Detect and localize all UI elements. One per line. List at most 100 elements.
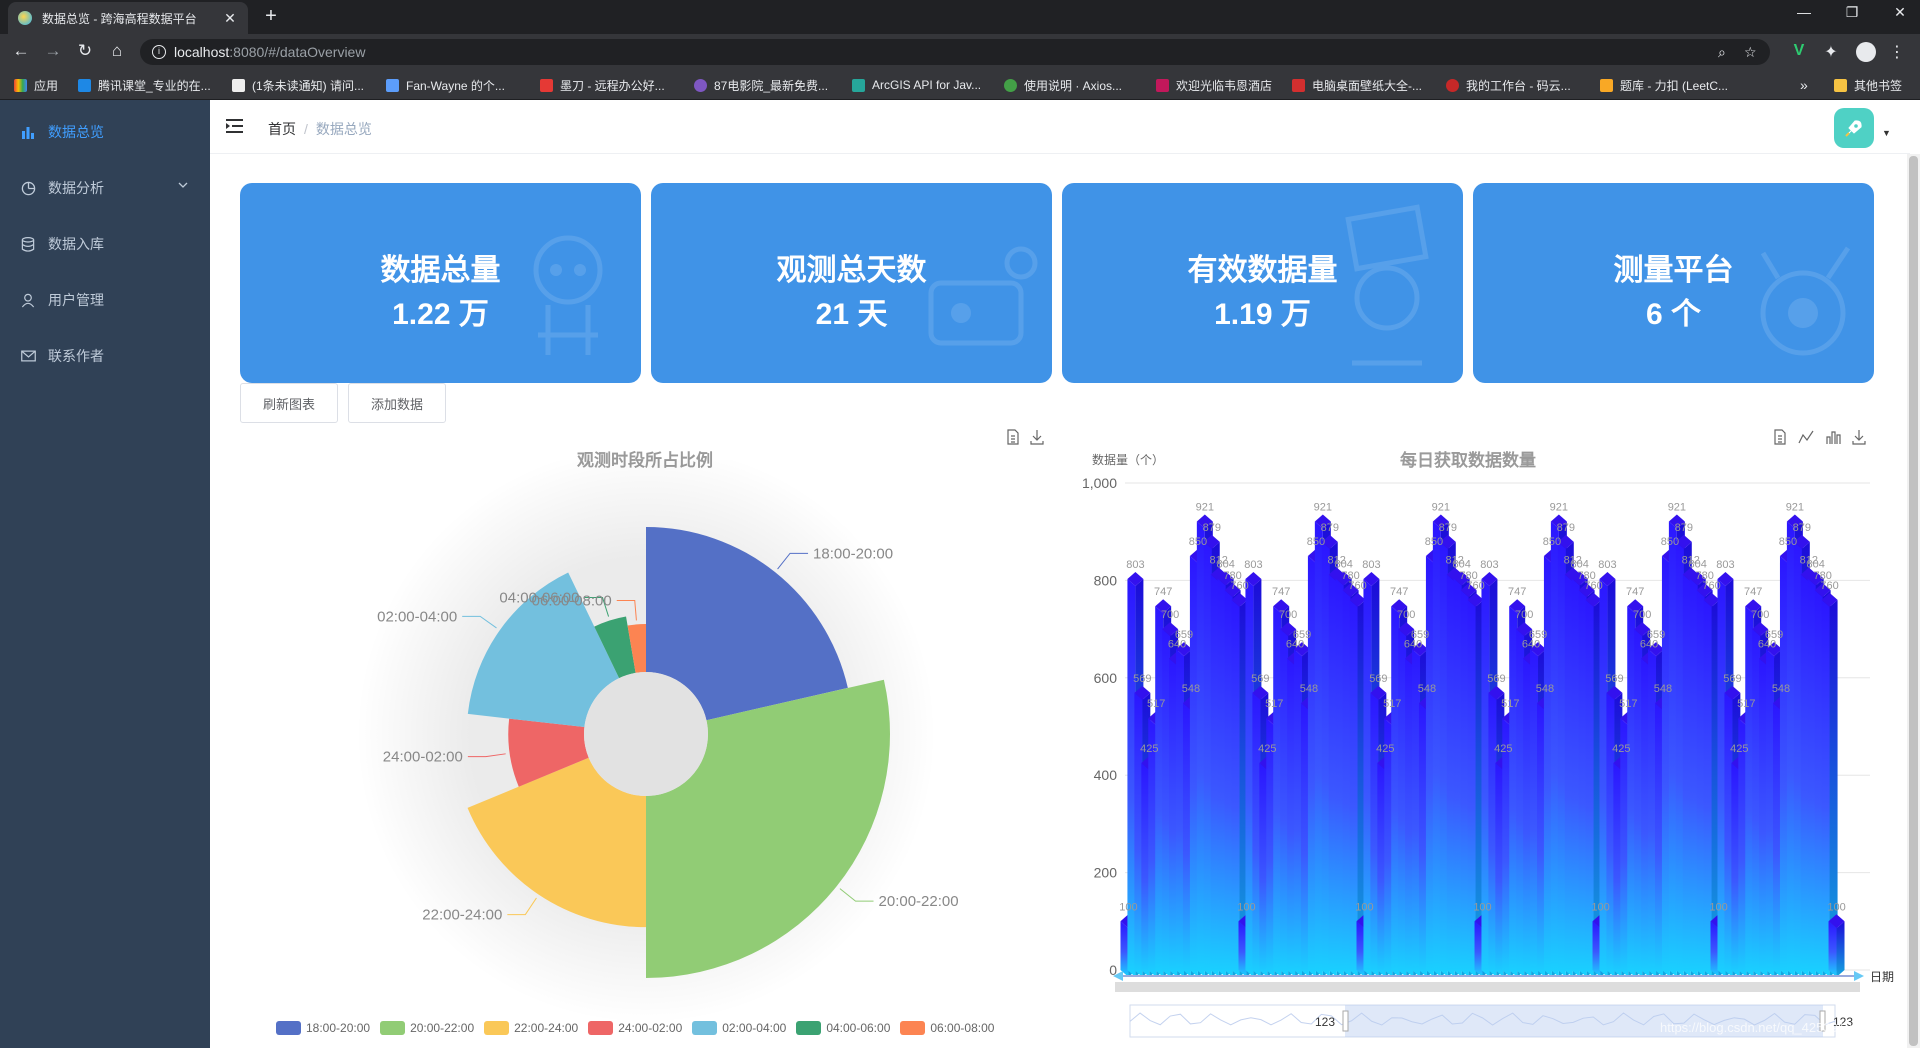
- bar[interactable]: [1245, 578, 1254, 977]
- bar[interactable]: [1828, 921, 1837, 977]
- sidebar-item-contact[interactable]: 联系作者: [0, 328, 210, 384]
- bar[interactable]: [1287, 658, 1296, 977]
- bar[interactable]: [1169, 658, 1178, 977]
- bar[interactable]: [1307, 556, 1316, 977]
- bar[interactable]: [1509, 606, 1518, 977]
- bar[interactable]: [1620, 718, 1629, 977]
- bar[interactable]: [1300, 703, 1309, 977]
- bar[interactable]: [1238, 921, 1247, 977]
- bookmark-item[interactable]: 电脑桌面壁纸大全-...: [1292, 76, 1422, 94]
- minimize-icon[interactable]: —: [1794, 4, 1814, 20]
- bar[interactable]: [1252, 692, 1261, 977]
- forward-icon[interactable]: →: [42, 41, 64, 61]
- bar[interactable]: [1585, 599, 1594, 977]
- bar[interactable]: [1127, 578, 1136, 977]
- reload-icon[interactable]: ↻: [74, 41, 96, 61]
- legend-item[interactable]: 20:00-22:00: [380, 1021, 474, 1035]
- bar[interactable]: [1724, 692, 1733, 977]
- window-close-icon[interactable]: ✕: [1890, 4, 1910, 21]
- bar[interactable]: [1786, 521, 1795, 977]
- bar[interactable]: [1446, 574, 1455, 977]
- bookmark-item[interactable]: 题库 - 力扣 (LeetC...: [1600, 76, 1728, 94]
- legend-item[interactable]: 24:00-02:00: [588, 1021, 682, 1035]
- bar[interactable]: [1196, 521, 1205, 977]
- bar[interactable]: [1162, 629, 1171, 977]
- bookmark-item[interactable]: 墨刀 - 远程办公好...: [540, 76, 665, 94]
- bookmark-item[interactable]: 87电影院_最新免费...: [694, 76, 828, 94]
- legend-item[interactable]: 04:00-06:00: [796, 1021, 890, 1035]
- legend-item[interactable]: 02:00-04:00: [692, 1021, 786, 1035]
- bar[interactable]: [1321, 541, 1330, 977]
- bar[interactable]: [1599, 578, 1608, 977]
- bar[interactable]: [1661, 556, 1670, 977]
- bar[interactable]: [1717, 578, 1726, 977]
- bar[interactable]: [1516, 629, 1525, 977]
- bar[interactable]: [1342, 590, 1351, 977]
- bar[interactable]: [1578, 590, 1587, 977]
- bar[interactable]: [1412, 649, 1421, 977]
- bar[interactable]: [1314, 521, 1323, 977]
- datazoom-handle-start[interactable]: [1342, 1010, 1349, 1032]
- bar[interactable]: [1418, 703, 1427, 977]
- bar[interactable]: [1120, 921, 1129, 977]
- bar[interactable]: [1266, 718, 1275, 977]
- bar[interactable]: [1627, 606, 1636, 977]
- bookmark-item[interactable]: 应用: [14, 76, 58, 94]
- bar[interactable]: [1696, 590, 1705, 977]
- bar[interactable]: [1703, 599, 1712, 977]
- bar[interactable]: [1793, 541, 1802, 977]
- bar[interactable]: [1391, 606, 1400, 977]
- save-image-icon[interactable]: [1028, 428, 1046, 446]
- page-scrollbar[interactable]: [1907, 154, 1920, 1048]
- home-icon[interactable]: ⌂: [106, 41, 128, 61]
- bar[interactable]: [1668, 521, 1677, 977]
- sidebar-item-import[interactable]: 数据入库: [0, 216, 210, 272]
- new-tab-button[interactable]: +: [260, 5, 282, 28]
- bar[interactable]: [1800, 574, 1809, 977]
- scrollbar-thumb[interactable]: [1909, 156, 1918, 1046]
- bar[interactable]: [1203, 541, 1212, 977]
- bar[interactable]: [1328, 574, 1337, 977]
- bar[interactable]: [1155, 606, 1164, 977]
- bar[interactable]: [1682, 574, 1691, 977]
- bar[interactable]: [1349, 599, 1358, 977]
- bar[interactable]: [1405, 658, 1414, 977]
- legend-item[interactable]: 06:00-08:00: [900, 1021, 994, 1035]
- extensions-icon[interactable]: ✦: [1820, 42, 1842, 62]
- refresh-chart-button[interactable]: 刷新图表: [240, 383, 338, 423]
- hamburger-icon[interactable]: [226, 118, 244, 137]
- bar[interactable]: [1634, 629, 1643, 977]
- bar[interactable]: [1557, 541, 1566, 977]
- bar[interactable]: [1648, 649, 1657, 977]
- bar[interactable]: [1294, 649, 1303, 977]
- bar[interactable]: [1273, 606, 1282, 977]
- zoom-icon[interactable]: ⌕: [1718, 39, 1726, 65]
- bookmarks-overflow-icon[interactable]: »: [1800, 76, 1808, 94]
- bar[interactable]: [1766, 649, 1775, 977]
- bookmark-item[interactable]: 腾讯课堂_专业的在...: [78, 76, 211, 94]
- bar[interactable]: [1148, 718, 1157, 977]
- profile-avatar[interactable]: [1856, 42, 1876, 62]
- bookmark-item[interactable]: 欢迎光临韦恩酒店: [1156, 76, 1272, 94]
- bar[interactable]: [1550, 521, 1559, 977]
- bar[interactable]: [1141, 763, 1150, 977]
- bar[interactable]: [1377, 763, 1386, 977]
- bookmark-item[interactable]: ArcGIS API for Jav...: [852, 76, 981, 94]
- vue-devtools-icon[interactable]: V: [1788, 42, 1810, 60]
- bar[interactable]: [1224, 590, 1233, 977]
- bar[interactable]: [1606, 692, 1615, 977]
- bar[interactable]: [1759, 658, 1768, 977]
- bar[interactable]: [1460, 590, 1469, 977]
- bar[interactable]: [1571, 578, 1580, 977]
- bar[interactable]: [1779, 556, 1788, 977]
- add-data-button[interactable]: 添加数据: [348, 383, 446, 423]
- bar[interactable]: [1467, 599, 1476, 977]
- bar[interactable]: [1495, 763, 1504, 977]
- browser-tab[interactable]: 数据总览 - 跨海高程数据平台 ✕: [8, 2, 248, 34]
- data-view-icon[interactable]: [1004, 428, 1022, 446]
- bar[interactable]: [1210, 574, 1219, 977]
- bar[interactable]: [1453, 578, 1462, 977]
- bar[interactable]: [1523, 658, 1532, 977]
- bar[interactable]: [1217, 578, 1226, 977]
- bar[interactable]: [1752, 629, 1761, 977]
